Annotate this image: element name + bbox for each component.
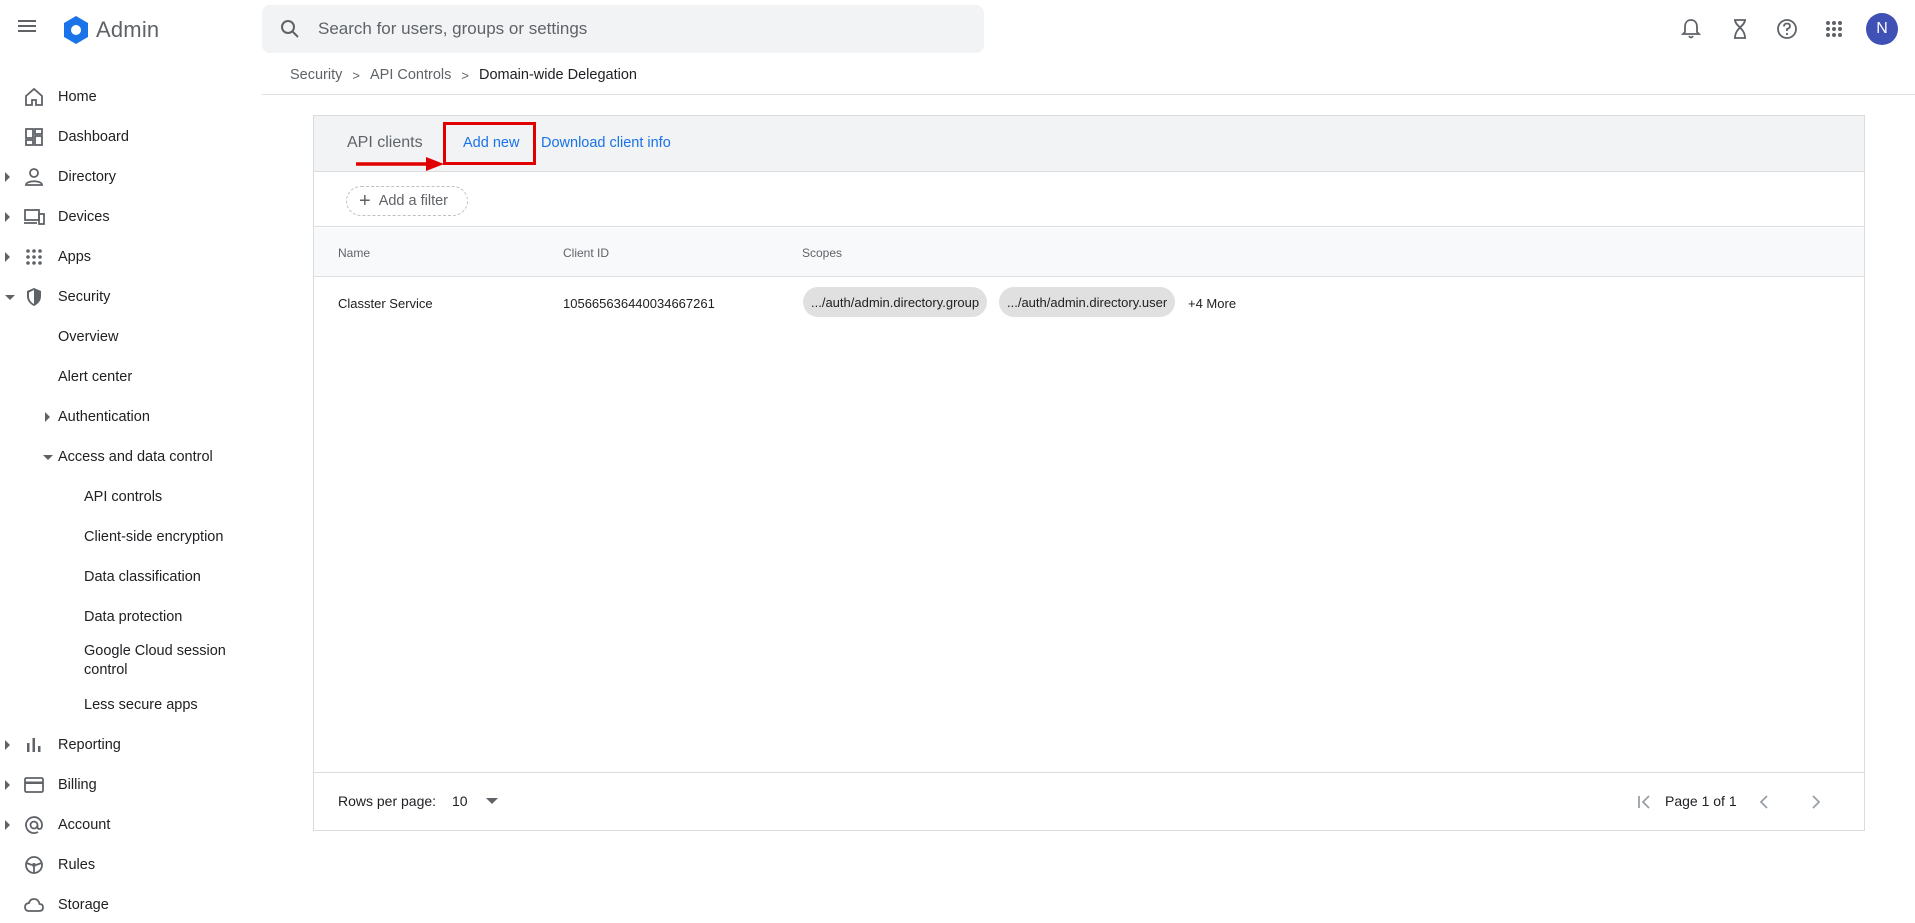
filter-row: + Add a filter <box>314 173 1864 227</box>
sidebar-item-less-secure-apps[interactable]: Less secure apps <box>0 687 262 723</box>
highlight-box <box>443 122 536 165</box>
chevron-right-icon: > <box>352 67 360 83</box>
add-filter-button[interactable]: + Add a filter <box>346 186 468 216</box>
sidebar-item-storage[interactable]: Storage <box>0 887 262 923</box>
card-header: API clients Add new Download client info <box>314 116 1864 172</box>
scope-chip: .../auth/admin.directory.user <box>999 287 1176 317</box>
sidebar-item-reporting[interactable]: Reporting <box>0 727 262 763</box>
sidebar-item-access-and-data-control[interactable]: Access and data control <box>0 439 262 475</box>
search-bar[interactable] <box>262 5 984 53</box>
chevron-right-icon: > <box>461 67 469 83</box>
apps-grid-icon <box>26 249 42 265</box>
account-avatar[interactable]: N <box>1866 13 1898 45</box>
bar-chart-icon <box>27 738 41 752</box>
table-header: Name Client ID Scopes <box>314 228 1864 277</box>
previous-page-icon[interactable] <box>1752 790 1776 814</box>
client-name: Classter Service <box>338 296 433 311</box>
caret-right-icon <box>45 412 50 422</box>
sidebar-item-api-controls[interactable]: API controls <box>0 479 262 515</box>
sidebar-item-security[interactable]: Security <box>0 279 262 315</box>
card-title: API clients <box>347 134 423 151</box>
more-scopes-link[interactable]: +4 More <box>1188 296 1236 311</box>
caret-down-icon <box>5 294 15 300</box>
sidebar-item-devices[interactable]: Devices <box>0 199 262 235</box>
shield-icon <box>27 288 41 306</box>
page-indicator: Page 1 of 1 <box>1665 793 1737 809</box>
sidebar-item-account[interactable]: Account <box>0 807 262 843</box>
sidebar-item-home[interactable]: Home <box>0 79 262 115</box>
column-header-name[interactable]: Name <box>338 246 370 260</box>
table-row[interactable]: Classter Service 105665636440034667261 .… <box>314 278 1864 326</box>
top-app-bar: Admin N <box>0 0 1915 58</box>
breadcrumb-current: Domain-wide Delegation <box>478 67 637 83</box>
notifications-bell-icon[interactable] <box>1675 13 1707 45</box>
breadcrumb-api-controls[interactable]: API Controls <box>370 67 451 83</box>
sidebar-item-google-cloud-session-control[interactable]: Google Cloud session control <box>0 641 262 681</box>
dashboard-icon <box>25 128 43 146</box>
sidebar-item-data-protection[interactable]: Data protection <box>0 599 262 635</box>
cloud-icon <box>24 898 44 912</box>
breadcrumb-security[interactable]: Security <box>290 67 342 83</box>
caret-right-icon <box>5 820 10 830</box>
caret-right-icon <box>5 740 10 750</box>
devices-icon <box>24 209 45 225</box>
column-header-client-id[interactable]: Client ID <box>563 246 609 260</box>
dropdown-arrow-icon <box>485 798 498 804</box>
first-page-icon[interactable] <box>1632 790 1656 814</box>
sidebar-item-dashboard[interactable]: Dashboard <box>0 119 262 155</box>
plus-icon: + <box>359 190 371 212</box>
caret-right-icon <box>5 252 10 262</box>
help-icon[interactable] <box>1771 13 1803 45</box>
sidebar-item-data-classification[interactable]: Data classification <box>0 559 262 595</box>
admin-logo[interactable]: Admin <box>60 14 159 46</box>
breadcrumb: Security > API Controls > Domain-wide De… <box>290 67 637 83</box>
hourglass-tasks-icon[interactable] <box>1724 13 1756 45</box>
download-client-info-button[interactable]: Download client info <box>541 135 671 151</box>
sidebar-item-client-side-encryption[interactable]: Client-side encryption <box>0 519 262 555</box>
caret-right-icon <box>5 212 10 222</box>
home-icon <box>25 87 43 106</box>
caret-right-icon <box>5 780 10 790</box>
column-header-scopes[interactable]: Scopes <box>802 246 842 260</box>
search-input[interactable] <box>318 19 938 39</box>
search-icon <box>281 20 299 38</box>
caret-down-icon <box>43 454 53 460</box>
admin-hexagon-icon <box>64 16 88 44</box>
sidebar-item-rules[interactable]: Rules <box>0 847 262 883</box>
at-sign-icon <box>25 816 43 834</box>
red-arrow-annotation <box>356 157 444 171</box>
api-clients-card: API clients Add new Download client info… <box>313 115 1865 831</box>
app-name: Admin <box>96 17 160 42</box>
sidebar-item-overview[interactable]: Overview <box>0 319 262 355</box>
sidebar-item-billing[interactable]: Billing <box>0 767 262 803</box>
next-page-icon[interactable] <box>1804 790 1828 814</box>
client-id: 105665636440034667261 <box>563 296 715 311</box>
sidebar-item-apps[interactable]: Apps <box>0 239 262 275</box>
sidebar-item-directory[interactable]: Directory <box>0 159 262 195</box>
rows-per-page-label: Rows per page: <box>338 793 437 809</box>
pagination-footer: Rows per page: 10 Page 1 of 1 <box>314 772 1864 830</box>
scope-chip: .../auth/admin.directory.group <box>803 287 988 317</box>
main-menu-button[interactable] <box>18 17 46 41</box>
caret-right-icon <box>5 172 10 182</box>
sidebar-item-authentication[interactable]: Authentication <box>0 399 262 435</box>
person-icon <box>25 168 43 186</box>
steering-icon <box>25 856 43 874</box>
google-apps-icon[interactable] <box>1818 13 1850 45</box>
divider <box>262 94 1915 95</box>
credit-card-icon <box>24 777 44 793</box>
sidebar-item-alert-center[interactable]: Alert center <box>0 359 262 395</box>
rows-per-page-select[interactable]: 10 <box>452 793 498 809</box>
